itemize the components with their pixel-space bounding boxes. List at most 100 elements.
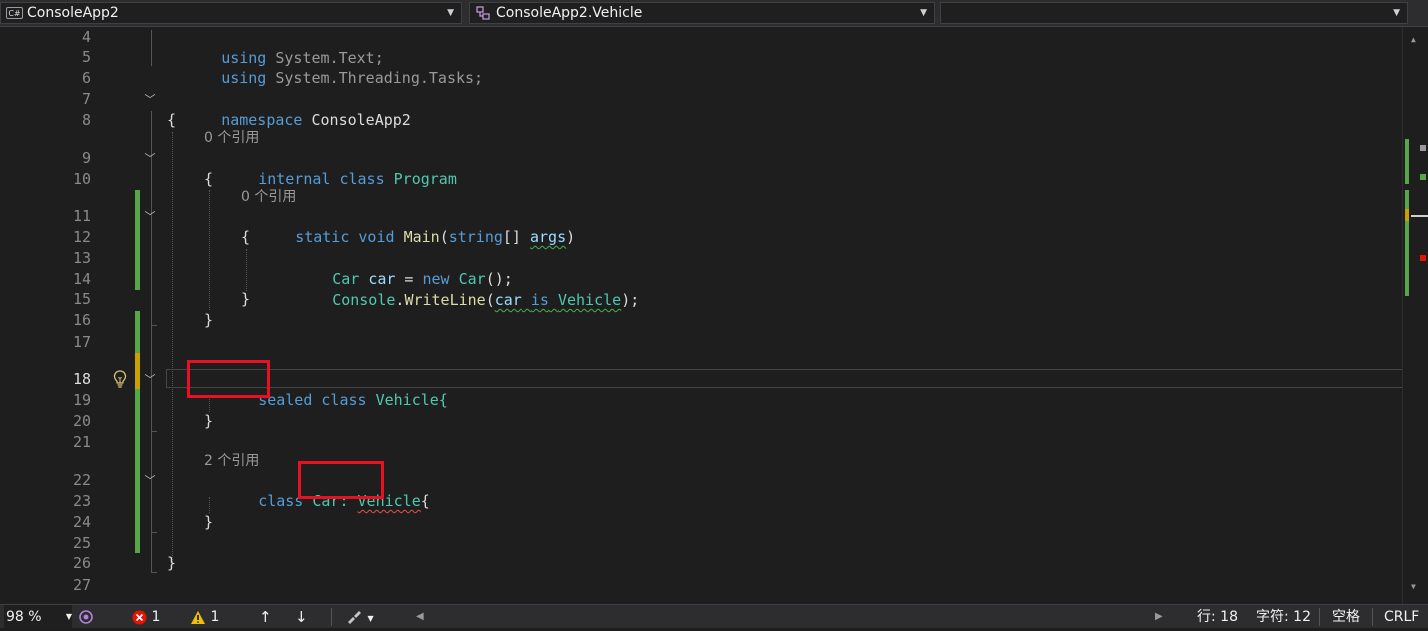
line-number: 17 [72, 333, 91, 351]
code-line: 9 ﹀ internal class Program [0, 148, 1403, 188]
line-number: 20 [72, 412, 91, 430]
line-number: 21 [72, 433, 91, 451]
code-line: 26 } [0, 553, 1403, 574]
code-line: 17 [0, 332, 1403, 353]
csharp-project-icon: C# [6, 7, 23, 19]
line-number: 18 [72, 370, 91, 388]
scroll-left-arrow[interactable]: ◀ [416, 605, 424, 629]
arrow-down-icon[interactable]: ↓ [295, 605, 308, 629]
overview-marker [1420, 174, 1426, 180]
error-marker [1420, 255, 1426, 261]
warning-count: 1 [210, 609, 220, 625]
line-number: 27 [72, 576, 91, 594]
chevron-down-icon: ▼ [1393, 8, 1400, 18]
project-dropdown-label: ConsoleApp2 [27, 5, 119, 21]
scroll-right-arrow[interactable]: ▶ [1155, 605, 1163, 629]
warning-icon [191, 610, 205, 624]
line-number: 16 [72, 311, 91, 329]
member-dropdown[interactable]: ▼ [940, 2, 1408, 24]
fold-icon[interactable]: ﹀ [143, 89, 157, 110]
char-indicator[interactable]: 字符: 12 [1256, 605, 1311, 629]
chevron-down-icon: ▼ [447, 8, 454, 18]
code-line: 12 { [0, 227, 1403, 248]
references-codelens[interactable]: 2 个引用 [204, 450, 259, 470]
line-number: 19 [72, 391, 91, 409]
code-line: 20 } [0, 411, 1403, 432]
overview-marker [1420, 145, 1426, 151]
line-number: 8 [81, 111, 91, 129]
change-marker [1405, 139, 1409, 184]
brush-icon[interactable]: ▼ [345, 605, 374, 631]
project-dropdown[interactable]: C# ConsoleApp2 ▼ [0, 2, 462, 24]
code-editor[interactable]: 4 using System.Text; 5 using System.Thre… [0, 27, 1403, 604]
line-indicator[interactable]: 行: 18 [1197, 605, 1238, 629]
divider [1319, 608, 1320, 626]
code-line: 24 } [0, 512, 1403, 533]
line-number: 9 [81, 149, 91, 167]
brace-token: { [204, 170, 214, 188]
line-number: 15 [72, 290, 91, 308]
vertical-scrollbar[interactable]: ▲ ▼ [1402, 27, 1428, 604]
code-line: 22 ﹀ class Car: Vehicle{ [0, 470, 1403, 510]
errors-indicator[interactable]: 1 [132, 605, 160, 629]
line-number: 11 [72, 207, 91, 225]
chevron-down-icon: ▼ [367, 614, 374, 623]
fold-icon[interactable]: ﹀ [143, 206, 157, 227]
code-line: 19 [0, 390, 1403, 411]
whitespace-indicator[interactable]: 空格 [1332, 605, 1360, 629]
arrow-up-icon[interactable]: ↑ [259, 605, 272, 629]
line-number: 4 [81, 28, 91, 46]
brace-token: } [204, 513, 214, 531]
brace-token: } [167, 554, 177, 572]
health-icon[interactable] [78, 605, 94, 629]
line-number: 5 [81, 48, 91, 66]
line-number: 7 [81, 90, 91, 108]
code-line: 14 Console.WriteLine(car is Vehicle); [0, 269, 1403, 309]
divider [331, 608, 332, 626]
change-marker [1405, 190, 1409, 296]
editor-status-bar: 98 % ▼ 1 1 ↑ ↓ ▼ ◀ ▶ 行: 18 字符: 12 空格 CRL… [0, 604, 1428, 631]
brace-token: } [204, 311, 214, 329]
line-number: 22 [72, 471, 91, 489]
chevron-down-icon: ▼ [920, 8, 927, 18]
code-line: 6 [0, 68, 1403, 89]
line-number: 6 [81, 69, 91, 87]
code-line: 5 using System.Threading.Tasks; [0, 47, 1403, 87]
scroll-down-arrow[interactable]: ▼ [1411, 582, 1416, 591]
scroll-up-arrow[interactable]: ▲ [1411, 35, 1416, 44]
code-line: 7 ﹀ namespace ConsoleApp2 [0, 89, 1403, 129]
code-line: 11 ﹀ static void Main(string[] args) [0, 206, 1403, 246]
line-number: 26 [72, 554, 91, 572]
zoom-dropdown[interactable]: 98 % ▼ [4, 605, 72, 629]
class-icon [476, 6, 490, 20]
code-line: 16 } [0, 310, 1403, 331]
code-line: 10 { [0, 169, 1403, 190]
brace-token: { [241, 228, 251, 246]
code-line: 27 [0, 575, 1403, 596]
code-line: 15 } [0, 289, 1403, 310]
brace-token: { [167, 111, 177, 129]
references-codelens[interactable]: 0 个引用 [241, 186, 296, 206]
fold-icon[interactable]: ﹀ [143, 148, 157, 169]
code-line: 4 using System.Text; [0, 27, 1403, 67]
code-line: 23 [0, 491, 1403, 512]
brace-token: } [204, 412, 214, 430]
line-ending-indicator[interactable]: CRLF [1384, 605, 1419, 629]
navigation-bar: C# ConsoleApp2 ▼ ConsoleApp2.Vehicle ▼ ▼ [0, 0, 1428, 27]
type-dropdown[interactable]: ConsoleApp2.Vehicle ▼ [469, 2, 935, 24]
line-number: 24 [72, 513, 91, 531]
brace-token: } [241, 290, 251, 308]
code-line: 25 [0, 533, 1403, 554]
fold-icon[interactable]: ﹀ [143, 369, 157, 390]
line-number: 13 [72, 249, 91, 267]
line-number: 23 [72, 492, 91, 510]
warnings-indicator[interactable]: 1 [190, 605, 219, 629]
fold-icon[interactable]: ﹀ [143, 470, 157, 491]
chevron-down-icon: ▼ [65, 612, 72, 621]
references-codelens[interactable]: 0 个引用 [204, 127, 259, 147]
error-icon [132, 610, 147, 624]
line-number: 12 [72, 228, 91, 246]
zoom-level: 98 % [6, 609, 42, 625]
caret-marker [1411, 215, 1428, 217]
line-number: 14 [72, 270, 91, 288]
